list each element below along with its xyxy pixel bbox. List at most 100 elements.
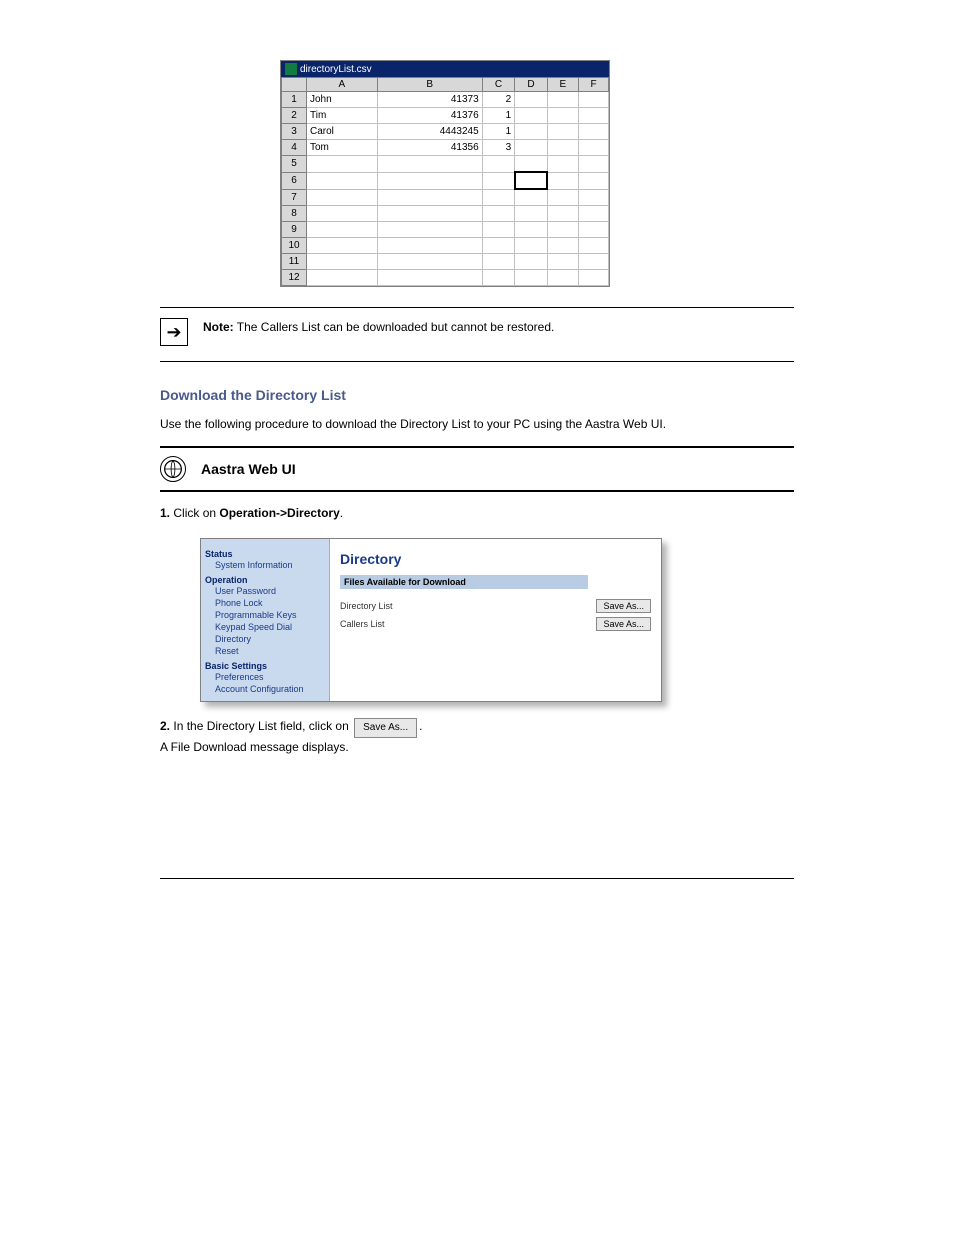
cell[interactable]: 4443245: [377, 124, 482, 140]
cell[interactable]: [515, 238, 548, 254]
sidebar-item-speeddial[interactable]: Keypad Speed Dial: [205, 621, 325, 633]
cell[interactable]: [377, 206, 482, 222]
cell[interactable]: [578, 140, 608, 156]
sidebar-item-prefs[interactable]: Preferences: [205, 671, 325, 683]
save-as-inline-button[interactable]: Save As...: [354, 718, 417, 738]
cell[interactable]: [578, 108, 608, 124]
cell[interactable]: [515, 140, 548, 156]
cell[interactable]: [578, 189, 608, 206]
row-number[interactable]: 1: [282, 92, 307, 108]
row-number[interactable]: 8: [282, 206, 307, 222]
col-header[interactable]: E: [547, 78, 578, 92]
cell[interactable]: [515, 270, 548, 286]
sidebar-item-userpw[interactable]: User Password: [205, 585, 325, 597]
cell[interactable]: Carol: [307, 124, 378, 140]
col-header[interactable]: D: [515, 78, 548, 92]
cell[interactable]: [578, 172, 608, 189]
save-as-button[interactable]: Save As...: [596, 599, 651, 613]
cell[interactable]: [578, 206, 608, 222]
cell[interactable]: [515, 156, 548, 173]
cell[interactable]: [307, 254, 378, 270]
cell[interactable]: 41376: [377, 108, 482, 124]
cell[interactable]: [377, 189, 482, 206]
cell[interactable]: [578, 124, 608, 140]
cell[interactable]: [307, 270, 378, 286]
row-number[interactable]: 11: [282, 254, 307, 270]
cell[interactable]: [578, 222, 608, 238]
cell[interactable]: [377, 172, 482, 189]
sidebar-item-progkeys[interactable]: Programmable Keys: [205, 609, 325, 621]
cell[interactable]: [547, 92, 578, 108]
cell[interactable]: [482, 238, 515, 254]
cell[interactable]: 2: [482, 92, 515, 108]
row-number[interactable]: 7: [282, 189, 307, 206]
cell[interactable]: [377, 270, 482, 286]
cell[interactable]: [307, 238, 378, 254]
cell[interactable]: [482, 270, 515, 286]
cell[interactable]: [547, 156, 578, 173]
sidebar-item-sysinfo[interactable]: System Information: [205, 559, 325, 571]
cell[interactable]: [547, 108, 578, 124]
sidebar-item-directory[interactable]: Directory: [205, 633, 325, 645]
col-header[interactable]: F: [578, 78, 608, 92]
cell[interactable]: [515, 108, 548, 124]
cell[interactable]: [515, 222, 548, 238]
cell[interactable]: [377, 254, 482, 270]
sidebar-status[interactable]: Status: [205, 549, 325, 559]
col-header[interactable]: A: [307, 78, 378, 92]
cell[interactable]: [307, 172, 378, 189]
cell[interactable]: [307, 189, 378, 206]
row-number[interactable]: 10: [282, 238, 307, 254]
cell[interactable]: [515, 206, 548, 222]
cell[interactable]: Tim: [307, 108, 378, 124]
cell[interactable]: [377, 222, 482, 238]
cell[interactable]: [578, 254, 608, 270]
sidebar-item-account[interactable]: Account Configuration: [205, 683, 325, 695]
cell[interactable]: [482, 206, 515, 222]
row-number[interactable]: 5: [282, 156, 307, 173]
cell[interactable]: [515, 172, 548, 189]
cell[interactable]: 1: [482, 124, 515, 140]
cell[interactable]: [482, 254, 515, 270]
save-as-button[interactable]: Save As...: [596, 617, 651, 631]
cell[interactable]: [578, 156, 608, 173]
cell[interactable]: 41373: [377, 92, 482, 108]
cell[interactable]: [307, 222, 378, 238]
sidebar-operation[interactable]: Operation: [205, 575, 325, 585]
row-number[interactable]: 3: [282, 124, 307, 140]
row-number[interactable]: 2: [282, 108, 307, 124]
cell[interactable]: [482, 189, 515, 206]
col-header[interactable]: B: [377, 78, 482, 92]
cell[interactable]: [482, 156, 515, 173]
sidebar-item-phonelock[interactable]: Phone Lock: [205, 597, 325, 609]
cell[interactable]: Tom: [307, 140, 378, 156]
cell[interactable]: 1: [482, 108, 515, 124]
cell[interactable]: [515, 124, 548, 140]
cell[interactable]: [377, 238, 482, 254]
cell[interactable]: [377, 156, 482, 173]
cell[interactable]: 41356: [377, 140, 482, 156]
cell[interactable]: [515, 92, 548, 108]
cell[interactable]: [547, 172, 578, 189]
cell[interactable]: [307, 156, 378, 173]
row-number[interactable]: 12: [282, 270, 307, 286]
cell[interactable]: John: [307, 92, 378, 108]
cell[interactable]: [482, 172, 515, 189]
sidebar-basic[interactable]: Basic Settings: [205, 661, 325, 671]
cell[interactable]: [547, 189, 578, 206]
row-number[interactable]: 4: [282, 140, 307, 156]
col-header[interactable]: C: [482, 78, 515, 92]
cell[interactable]: [578, 92, 608, 108]
cell[interactable]: [578, 270, 608, 286]
cell[interactable]: [307, 206, 378, 222]
cell[interactable]: [515, 189, 548, 206]
row-number[interactable]: 6: [282, 172, 307, 189]
cell[interactable]: [547, 270, 578, 286]
cell[interactable]: [547, 124, 578, 140]
cell[interactable]: [547, 238, 578, 254]
row-number[interactable]: 9: [282, 222, 307, 238]
cell[interactable]: [482, 222, 515, 238]
cell[interactable]: [547, 254, 578, 270]
cell[interactable]: 3: [482, 140, 515, 156]
sidebar-item-reset[interactable]: Reset: [205, 645, 325, 657]
